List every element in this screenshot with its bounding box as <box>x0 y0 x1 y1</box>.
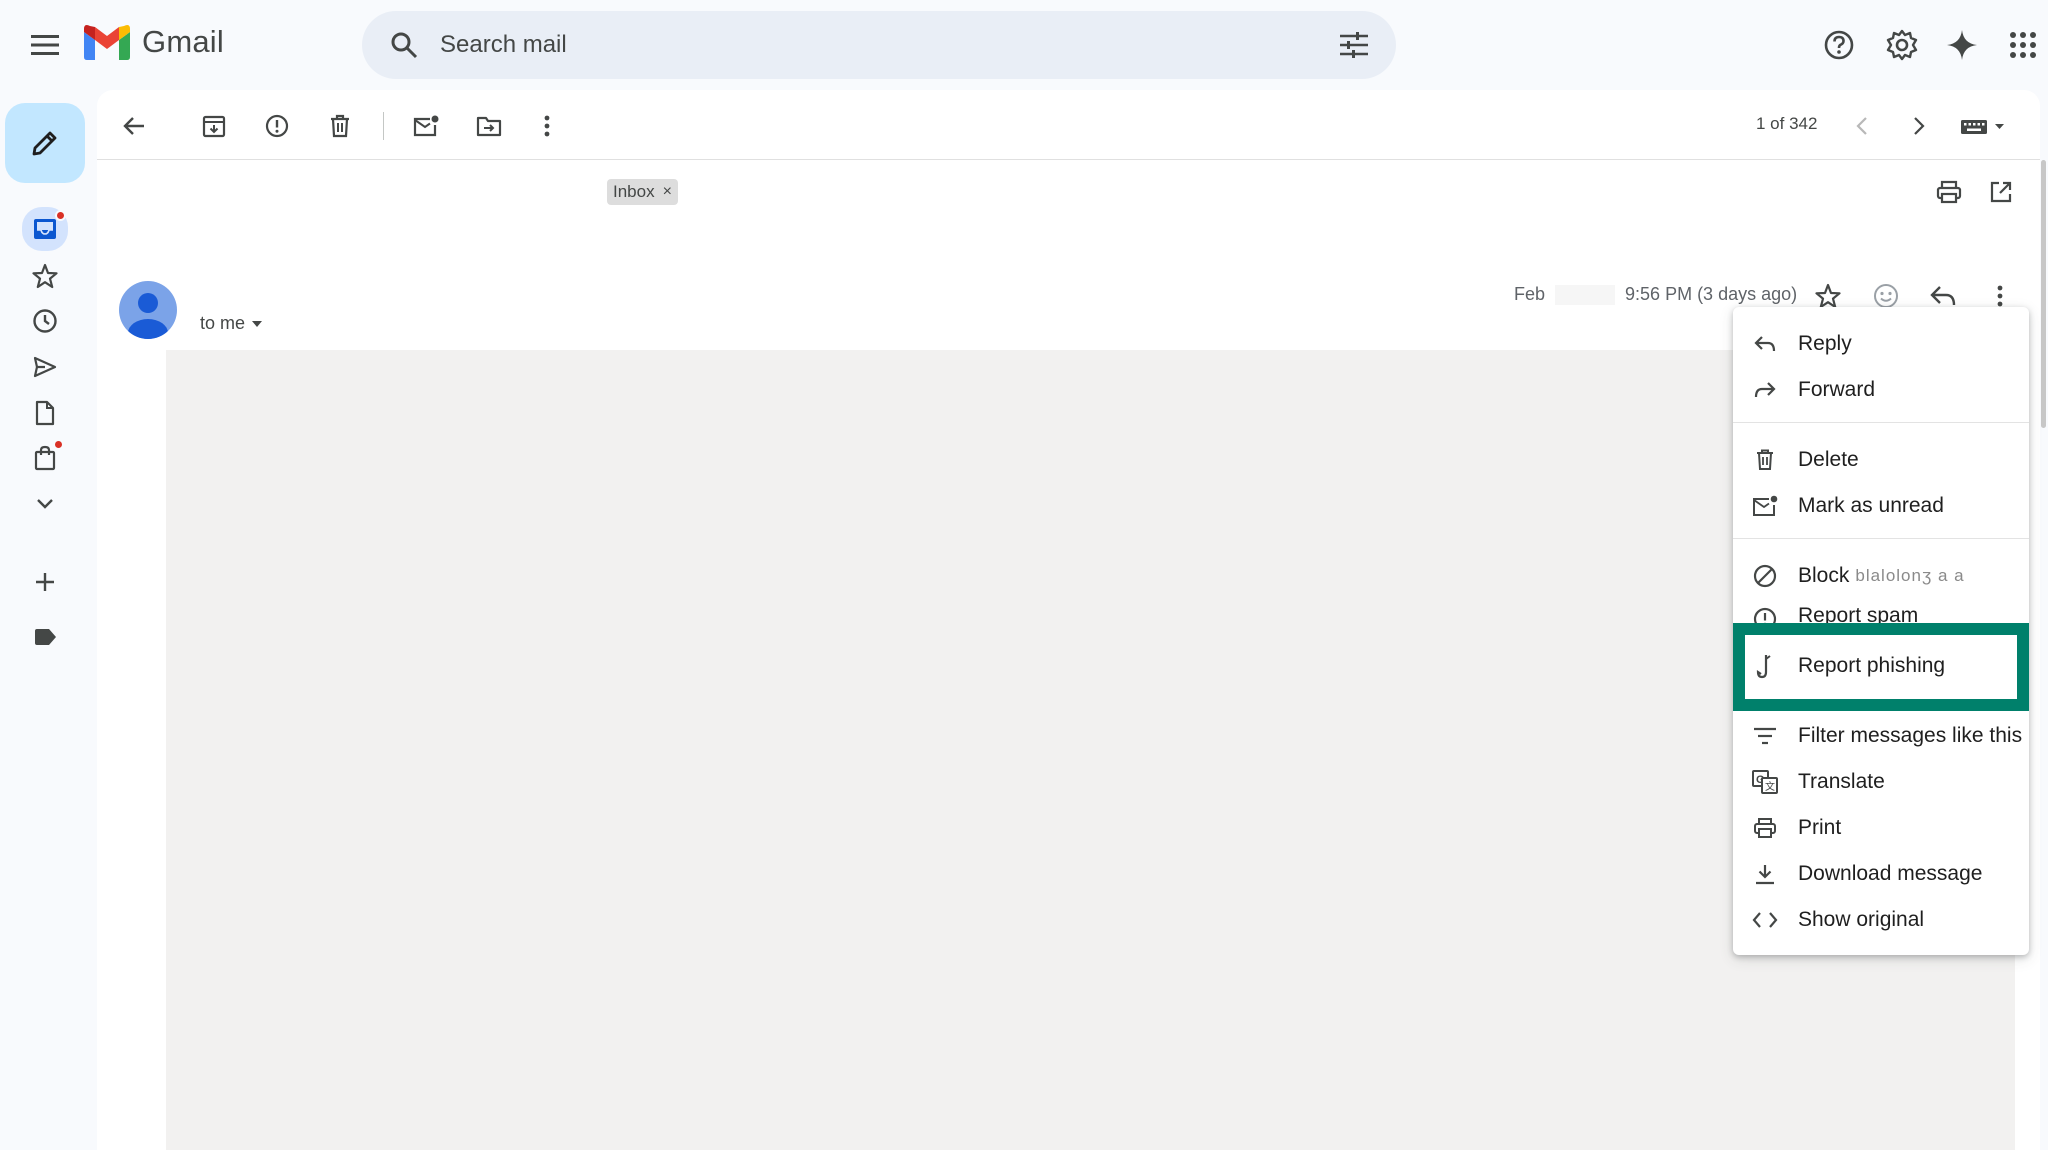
open-new-window-icon[interactable] <box>1979 170 2023 214</box>
menu-item-delete[interactable]: Delete <box>1733 438 2029 482</box>
apps-grid-icon[interactable] <box>2000 22 2046 68</box>
date-month: Feb <box>1514 284 1546 304</box>
recipient-text: to me <box>200 313 246 333</box>
label-chip-text: Inbox <box>613 182 655 201</box>
label-tag-icon[interactable] <box>22 617 68 657</box>
remove-label-icon[interactable]: × <box>663 183 672 201</box>
download-icon <box>1750 859 1780 889</box>
blocked-sender-name: blalolonʒ a a <box>1855 566 1965 585</box>
print-all-icon[interactable] <box>1927 170 1971 214</box>
reply-icon <box>1750 329 1780 359</box>
more-options-icon[interactable] <box>525 104 569 148</box>
toolbar-divider-line <box>97 159 2040 160</box>
inbox-icon[interactable] <box>22 207 68 251</box>
block-icon <box>1750 561 1780 591</box>
sender-avatar[interactable] <box>119 281 177 339</box>
menu-item-mark-unread[interactable]: Mark as unread <box>1733 484 2029 528</box>
menu-item-block-sender[interactable]: Block blalolonʒ a a <box>1733 554 2029 598</box>
print-icon <box>1750 813 1780 843</box>
menu-divider <box>1733 538 2029 539</box>
app-name: Gmail <box>142 24 224 59</box>
report-phishing-highlight <box>1733 623 2029 711</box>
pencil-icon <box>32 131 57 156</box>
search-input[interactable] <box>440 31 1334 59</box>
snoozed-clock-icon[interactable] <box>22 301 68 341</box>
mark-unread-icon[interactable] <box>404 104 448 148</box>
search-bar[interactable] <box>362 11 1396 79</box>
filter-icon <box>1750 721 1780 751</box>
back-arrow-icon[interactable] <box>112 104 156 148</box>
date-time: 9:56 PM (3 days ago) <box>1625 284 1798 304</box>
mark-unread-icon <box>1750 491 1780 521</box>
help-icon[interactable] <box>1816 22 1862 68</box>
create-label-plus-icon[interactable] <box>22 562 68 602</box>
report-spam-icon[interactable] <box>255 104 299 148</box>
date-redacted <box>1555 284 1616 305</box>
top-bar: Gmail <box>0 0 2048 90</box>
menu-item-filter-messages[interactable]: Filter messages like this <box>1733 714 2029 758</box>
recipient-details[interactable]: to me <box>200 313 263 334</box>
menu-item-print[interactable]: Print <box>1733 806 2029 850</box>
menu-item-reply[interactable]: Reply <box>1733 322 2029 366</box>
sent-icon[interactable] <box>22 347 68 387</box>
pagination-count: 1 of 342 <box>1756 114 1818 133</box>
settings-gear-icon[interactable] <box>1879 22 1925 68</box>
purchases-bag-icon[interactable] <box>22 438 68 478</box>
translate-icon: G文 <box>1750 767 1780 797</box>
menu-divider <box>1733 422 2029 423</box>
more-chevron-down-icon[interactable] <box>22 484 68 524</box>
compose-button[interactable] <box>5 103 85 183</box>
gmail-m-icon <box>84 25 130 60</box>
scrollbar[interactable] <box>2041 160 2046 428</box>
menu-item-forward[interactable]: Forward <box>1733 368 2029 412</box>
code-icon <box>1750 905 1780 935</box>
menu-item-download-message[interactable]: Download message <box>1733 852 2029 896</box>
input-tools-keyboard-icon[interactable] <box>1958 104 2008 148</box>
trash-icon <box>1750 445 1780 475</box>
gemini-sparkle-icon[interactable] <box>1939 22 1985 68</box>
older-chevron-right-icon[interactable] <box>1897 104 1941 148</box>
unread-badge <box>55 210 66 221</box>
gmail-logo[interactable]: Gmail <box>84 24 224 60</box>
main-menu-icon[interactable] <box>22 22 68 68</box>
toolbar-divider <box>383 112 384 140</box>
purchases-badge <box>53 439 64 450</box>
recipient-caret-icon <box>252 320 263 327</box>
menu-item-show-original[interactable]: Show original <box>1733 898 2029 942</box>
delete-trash-icon[interactable] <box>318 104 362 148</box>
svg-text:文: 文 <box>1765 780 1775 793</box>
archive-icon[interactable] <box>192 104 236 148</box>
drafts-icon[interactable] <box>22 393 68 433</box>
menu-item-translate[interactable]: G文 Translate <box>1733 760 2029 804</box>
newer-chevron-left-icon[interactable] <box>1840 104 1884 148</box>
search-options-icon[interactable] <box>1334 25 1374 65</box>
starred-icon[interactable] <box>22 256 68 296</box>
move-to-folder-icon[interactable] <box>467 104 511 148</box>
forward-icon <box>1750 375 1780 405</box>
label-chip-inbox[interactable]: Inbox × <box>607 179 678 205</box>
search-icon[interactable] <box>384 25 424 65</box>
message-date: Feb 9:56 PM (3 days ago) <box>1514 284 1797 305</box>
